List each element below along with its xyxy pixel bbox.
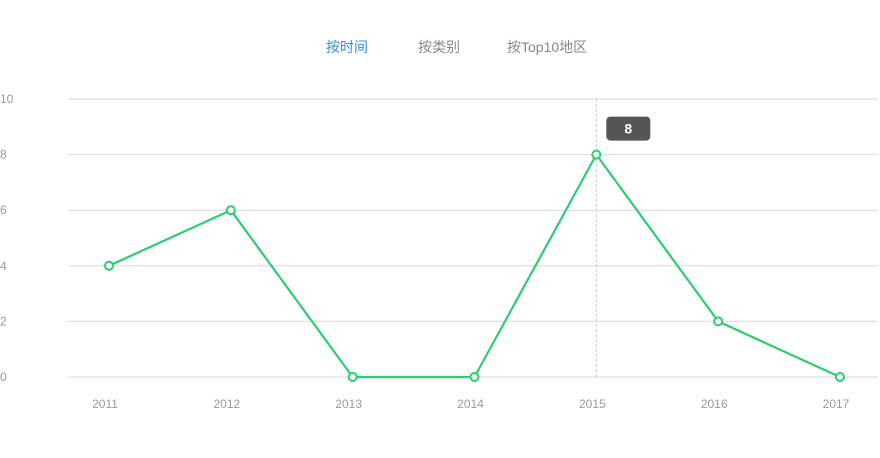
x-tick-label: 2011 [92,397,118,411]
tooltip-value: 8 [624,121,632,137]
data-point[interactable] [469,372,480,382]
y-tick-label: 10 [0,92,14,106]
y-tick-label: 8 [0,148,7,162]
y-tick-label: 6 [0,203,7,217]
x-tick-label: 2017 [823,397,850,411]
x-axis-ticks: 2011 2012 2013 2014 2015 2016 2017 [92,397,850,411]
grid-lines [68,98,878,378]
y-tick-label: 4 [0,259,7,273]
x-tick-label: 2015 [579,397,606,411]
data-point[interactable] [835,372,845,382]
x-tick-label: 2016 [701,397,728,411]
x-tick-label: 2013 [335,397,362,411]
y-tick-label: 0 [0,370,7,384]
data-point[interactable] [713,316,724,327]
x-tick-label: 2012 [213,397,240,411]
data-point[interactable] [591,149,602,160]
value-tooltip: 8 [606,116,651,141]
data-point[interactable] [225,205,236,216]
x-tick-label: 2014 [457,397,484,411]
data-point[interactable] [104,260,114,271]
y-tick-label: 2 [0,314,7,328]
data-point[interactable] [347,372,358,382]
y-axis-ticks: 0 2 4 6 8 10 [0,92,14,384]
line-chart: 0 2 4 6 8 10 2011 2012 2013 2014 2015 2016 2017 8 [0,92,878,411]
